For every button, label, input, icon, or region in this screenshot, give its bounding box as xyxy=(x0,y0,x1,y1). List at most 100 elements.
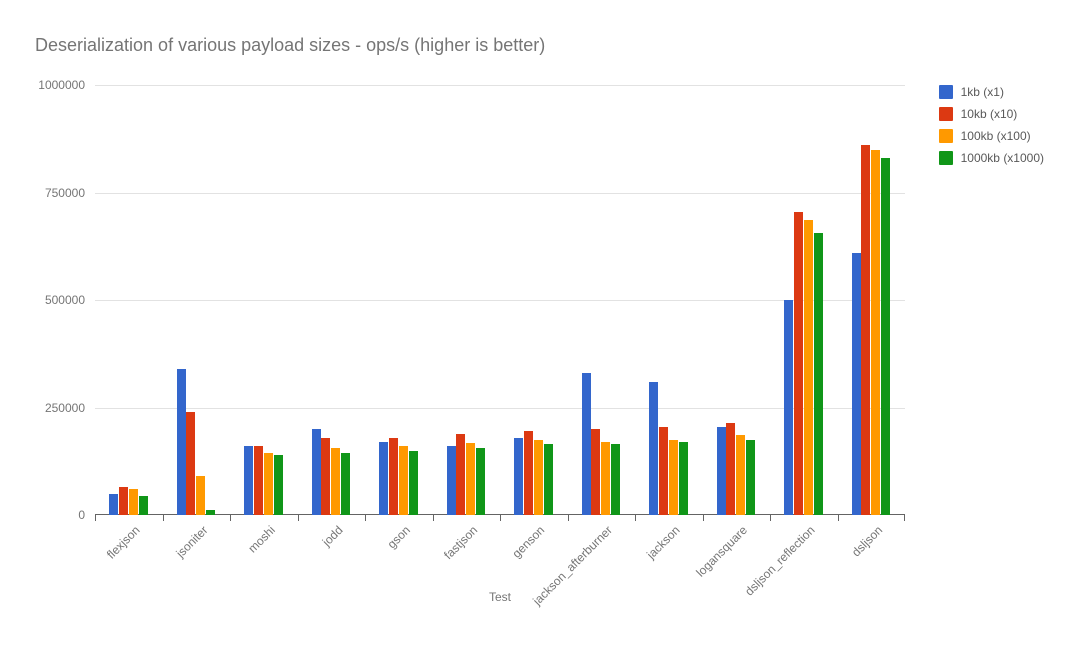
bar xyxy=(389,438,398,515)
x-tick xyxy=(838,515,839,521)
bar xyxy=(649,382,658,515)
bar xyxy=(746,440,755,515)
x-tick-label: flexjson xyxy=(104,523,143,562)
x-tick-label: dsljson_reflection xyxy=(742,523,817,598)
bar-group: jackson_afterburner xyxy=(568,85,636,515)
bar-group: jodd xyxy=(298,85,366,515)
bar xyxy=(804,220,813,515)
x-tick xyxy=(163,515,164,521)
chart-title: Deserialization of various payload sizes… xyxy=(35,35,545,56)
legend-label: 10kb (x10) xyxy=(961,107,1018,121)
y-tick-label: 750000 xyxy=(25,186,85,200)
bar xyxy=(852,253,861,515)
bar xyxy=(794,212,803,515)
bar xyxy=(726,423,735,515)
bar xyxy=(119,487,128,515)
x-tick-label: logansquare xyxy=(694,523,751,580)
bar xyxy=(524,431,533,515)
x-tick xyxy=(904,515,905,521)
bar xyxy=(254,446,263,515)
y-tick-label: 500000 xyxy=(25,293,85,307)
bar-group: flexjson xyxy=(95,85,163,515)
bar xyxy=(331,448,340,515)
bar xyxy=(861,145,870,515)
bar-group: genson xyxy=(500,85,568,515)
bar xyxy=(784,300,793,515)
legend-item: 1kb (x1) xyxy=(939,85,1044,99)
bar xyxy=(177,369,186,515)
legend-item: 10kb (x10) xyxy=(939,107,1044,121)
bar-group: logansquare xyxy=(703,85,771,515)
legend-swatch xyxy=(939,129,953,143)
bar-group: fastjson xyxy=(433,85,501,515)
bar xyxy=(466,443,475,515)
bar xyxy=(456,434,465,515)
legend-swatch xyxy=(939,151,953,165)
bar xyxy=(196,476,205,515)
legend-item: 100kb (x100) xyxy=(939,129,1044,143)
bar xyxy=(447,446,456,515)
bar xyxy=(341,453,350,515)
x-tick-label: jackson xyxy=(644,523,683,562)
bar xyxy=(399,446,408,515)
x-tick xyxy=(500,515,501,521)
legend-label: 1000kb (x1000) xyxy=(961,151,1044,165)
bar xyxy=(186,412,195,515)
x-tick-label: jsoniter xyxy=(173,523,210,560)
legend-label: 1kb (x1) xyxy=(961,85,1004,99)
bar xyxy=(736,435,745,515)
x-tick xyxy=(568,515,569,521)
legend-label: 100kb (x100) xyxy=(961,129,1031,143)
bar xyxy=(679,442,688,515)
y-tick-label: 1000000 xyxy=(25,78,85,92)
bar xyxy=(544,444,553,515)
x-tick-label: fastjson xyxy=(441,523,480,562)
bar-group: dsljson xyxy=(838,85,906,515)
bar xyxy=(881,158,890,515)
bar xyxy=(109,494,118,516)
bar xyxy=(514,438,523,515)
bar xyxy=(611,444,620,515)
y-tick-label: 0 xyxy=(25,508,85,522)
legend: 1kb (x1) 10kb (x10) 100kb (x100) 1000kb (x1… xyxy=(939,85,1044,173)
bar xyxy=(601,442,610,515)
x-tick xyxy=(298,515,299,521)
bar xyxy=(139,496,148,515)
bar xyxy=(312,429,321,515)
legend-swatch xyxy=(939,85,953,99)
x-tick-label: genson xyxy=(510,523,548,561)
bar xyxy=(409,451,418,516)
x-axis-title: Test xyxy=(95,590,905,604)
bar xyxy=(669,440,678,515)
x-tick xyxy=(770,515,771,521)
bar xyxy=(659,427,668,515)
chart-canvas: Deserialization of various payload sizes… xyxy=(0,0,1076,665)
bar xyxy=(244,446,253,515)
plot-area: 02500005000007500001000000flexjsonjsonit… xyxy=(95,85,905,515)
bar xyxy=(814,233,823,515)
bar-group: gson xyxy=(365,85,433,515)
legend-item: 1000kb (x1000) xyxy=(939,151,1044,165)
bar xyxy=(591,429,600,515)
bar xyxy=(871,150,880,516)
bar-group: jackson xyxy=(635,85,703,515)
bar xyxy=(379,442,388,515)
x-tick xyxy=(433,515,434,521)
x-tick xyxy=(635,515,636,521)
x-tick-label: jodd xyxy=(319,523,345,549)
y-tick-label: 250000 xyxy=(25,401,85,415)
x-tick xyxy=(95,515,96,521)
bar xyxy=(129,489,138,515)
x-tick xyxy=(703,515,704,521)
bar xyxy=(534,440,543,515)
bar xyxy=(274,455,283,515)
bar-group: dsljson_reflection xyxy=(770,85,838,515)
bar-group: jsoniter xyxy=(163,85,231,515)
bar xyxy=(321,438,330,515)
bar xyxy=(476,448,485,515)
x-tick xyxy=(365,515,366,521)
bar-group: moshi xyxy=(230,85,298,515)
legend-swatch xyxy=(939,107,953,121)
bar xyxy=(717,427,726,515)
bar xyxy=(582,373,591,515)
